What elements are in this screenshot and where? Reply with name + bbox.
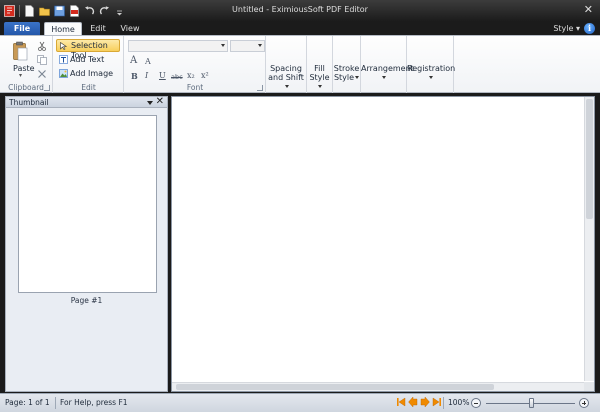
registration-label: Registration [407, 64, 456, 73]
page-thumbnail-label: Page #1 [70, 296, 103, 305]
help-icon[interactable]: i [584, 23, 595, 34]
shrink-font-button[interactable]: A [145, 57, 151, 66]
fill-label-line1: Fill [314, 64, 325, 73]
font-size-combo[interactable] [230, 40, 265, 52]
last-page-icon[interactable] [432, 397, 442, 407]
cut-icon[interactable] [37, 41, 47, 51]
font-group: A A B I U abc x₂ x² Font [125, 36, 266, 93]
thumbnail-header: Thumbnail ✕ [6, 96, 167, 108]
chevron-down-icon [428, 76, 433, 79]
title-bar: Untitled - EximiousSoft PDF Editor ✕ [0, 0, 600, 21]
registration-dropdown [407, 73, 453, 82]
clipboard-group: Paste ▾ Clipboard [0, 36, 53, 93]
chevron-down-icon: ▾ [575, 24, 580, 33]
stroke-label-line2: Style [333, 73, 360, 82]
tab-view[interactable]: View [115, 22, 145, 35]
horizontal-scrollbar[interactable] [172, 382, 584, 391]
paste-button[interactable]: Paste [13, 64, 35, 73]
window-close-button[interactable]: ✕ [584, 3, 593, 16]
chevron-down-icon [284, 85, 289, 88]
add-image-label: Add Image [70, 69, 114, 78]
document-view[interactable] [171, 96, 595, 392]
ribbon-tab-bar: File Home Edit View Style ▾ i [0, 21, 600, 35]
add-text-label: Add Text [70, 55, 105, 64]
vertical-scrollbar[interactable] [584, 97, 594, 381]
help-hint: For Help, press F1 [60, 398, 128, 407]
page-indicator: Page: 1 of 1 [5, 398, 50, 407]
page-navigation [396, 396, 442, 408]
copy-icon[interactable] [37, 55, 47, 65]
pane-close-button[interactable]: ✕ [156, 96, 164, 107]
selection-tool-icon [60, 41, 68, 50]
strikethrough-button[interactable]: abc [171, 73, 183, 81]
chevron-down-icon [318, 85, 322, 88]
add-image-button[interactable]: Add Image [56, 67, 120, 80]
grow-font-button[interactable]: A [130, 55, 137, 66]
vertical-scroll-thumb[interactable] [586, 99, 593, 219]
chevron-down-icon [221, 44, 225, 47]
tab-home[interactable]: Home [44, 22, 82, 35]
selection-tool-button[interactable]: Selection Tool [56, 39, 120, 60]
zoom-level: 100% [448, 398, 470, 407]
next-page-icon[interactable] [420, 396, 430, 408]
previous-page-icon[interactable] [408, 396, 418, 408]
spacing-label-line2: and Shift [266, 73, 306, 91]
tab-edit[interactable]: Edit [84, 22, 112, 35]
add-image-icon [59, 69, 68, 78]
font-name-combo[interactable] [128, 40, 228, 52]
scrollbar-corner [584, 382, 594, 391]
paste-icon[interactable] [13, 41, 28, 62]
superscript-button[interactable]: x² [201, 71, 209, 80]
arrangement-button[interactable]: Arrangement [361, 36, 414, 93]
arrangement-dropdown [361, 73, 406, 82]
edit-group-label: Edit [81, 83, 96, 92]
registration-button[interactable]: Registration [407, 36, 456, 93]
page-thumbnail[interactable] [18, 115, 157, 293]
subscript-button[interactable]: x₂ [187, 71, 195, 80]
stroke-style-button[interactable]: Stroke Style [333, 36, 361, 93]
ribbon: Paste ▾ Clipboard Selection Tool Add Tex… [0, 35, 600, 93]
tab-file[interactable]: File [4, 22, 40, 35]
fill-label-line2: Style [307, 73, 332, 91]
zoom-out-button[interactable] [471, 398, 481, 408]
clipboard-launcher-icon[interactable] [44, 85, 50, 91]
style-menu-label: Style [553, 24, 574, 33]
first-page-icon[interactable] [396, 397, 406, 407]
horizontal-scroll-thumb[interactable] [176, 384, 494, 390]
paste-dropdown[interactable]: ▾ [19, 72, 22, 79]
bold-button[interactable]: B [131, 71, 138, 81]
add-text-icon [59, 55, 68, 64]
delete-icon[interactable] [37, 69, 47, 79]
status-bar: Page: 1 of 1 For Help, press F1 100% [0, 393, 600, 412]
status-separator [55, 397, 56, 409]
spacing-label-line1: Spacing [270, 64, 302, 73]
italic-button[interactable]: I [145, 71, 148, 80]
font-group-label: Font [186, 83, 204, 92]
thumbnail-pane: Thumbnail ✕ Page #1 [5, 96, 168, 392]
window-title: Untitled - EximiousSoft PDF Editor [232, 5, 368, 14]
pane-menu-icon[interactable] [147, 101, 153, 105]
chevron-down-icon [258, 44, 262, 47]
arrangement-label: Arrangement [361, 64, 414, 73]
document-page[interactable] [175, 100, 580, 383]
underline-button[interactable]: U [159, 71, 166, 80]
zoom-in-button[interactable] [579, 398, 589, 408]
add-text-button[interactable]: Add Text [56, 53, 120, 66]
spacing-and-shift-button[interactable]: Spacing and Shift [266, 36, 307, 93]
chevron-down-icon [382, 76, 386, 79]
edit-group: Selection Tool Add Text Add Image Edit [54, 36, 124, 93]
font-launcher-icon[interactable] [257, 85, 263, 91]
style-menu[interactable]: Style ▾ [553, 24, 580, 33]
chevron-down-icon [355, 76, 360, 79]
thumbnail-title: Thumbnail [9, 98, 49, 107]
fill-style-button[interactable]: Fill Style [307, 36, 333, 93]
stroke-label-line1: Stroke [333, 64, 360, 73]
zoom-slider-thumb[interactable] [528, 398, 534, 408]
status-separator [443, 397, 444, 409]
